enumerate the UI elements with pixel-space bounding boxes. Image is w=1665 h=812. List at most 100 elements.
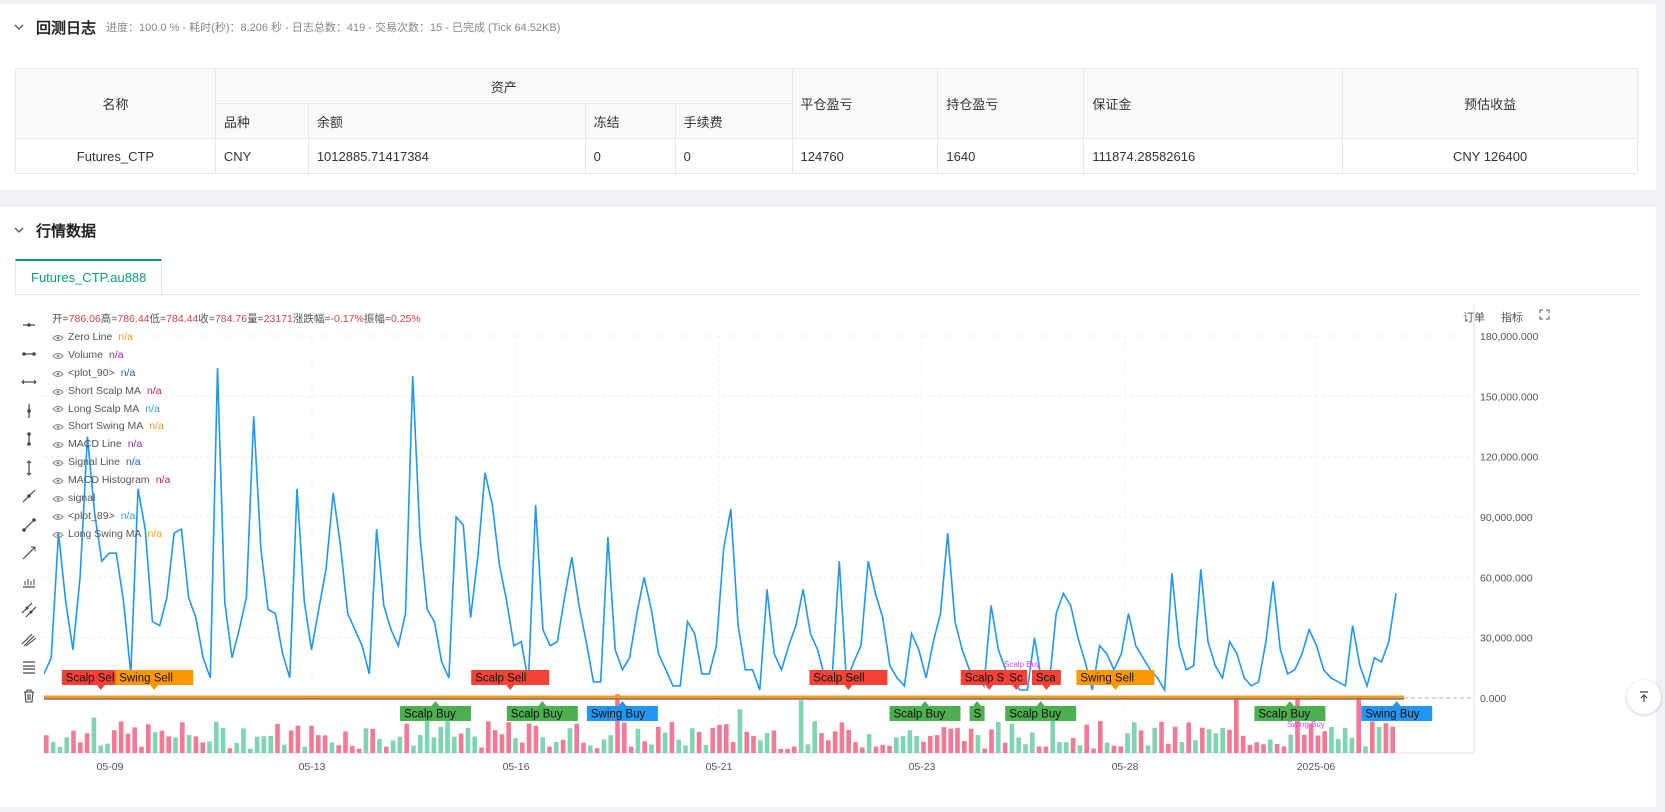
volume-bar bbox=[1057, 742, 1062, 753]
legend-item[interactable]: Short Swing MA n/a bbox=[52, 418, 421, 436]
horizontal-segment-tool-icon[interactable] bbox=[18, 340, 40, 369]
legend-item[interactable]: Volume n/a bbox=[52, 347, 421, 365]
parallel-channel-tool-icon[interactable] bbox=[18, 596, 40, 625]
eye-icon[interactable] bbox=[52, 459, 64, 467]
eye-icon[interactable] bbox=[52, 477, 64, 485]
volume-bar bbox=[479, 747, 484, 753]
legend-item[interactable]: Zero Line n/a bbox=[52, 329, 421, 347]
eye-icon[interactable] bbox=[52, 423, 64, 431]
low-value: 784.44 bbox=[166, 313, 199, 325]
chart-legend: 开= 786.06 高= 786.44 低= 784.44 收= 784.76 量= 23… bbox=[52, 311, 421, 544]
open-label: 开= bbox=[52, 313, 69, 325]
volume-bar bbox=[1390, 726, 1395, 753]
volume-bar bbox=[1315, 735, 1321, 753]
market-title: 行情数据 bbox=[36, 222, 97, 240]
chevron-down-icon[interactable] bbox=[14, 22, 24, 32]
legend-item[interactable]: Signal Line n/a bbox=[52, 454, 421, 472]
x-tick-label: 05-09 bbox=[97, 761, 124, 773]
signal-arrow bbox=[1042, 685, 1051, 690]
volume-bar bbox=[302, 746, 307, 753]
legend-item[interactable]: signal bbox=[52, 490, 421, 508]
volume-bar bbox=[683, 745, 688, 753]
eye-icon[interactable] bbox=[52, 370, 64, 378]
volume-bar bbox=[132, 727, 137, 753]
legend-item[interactable]: Long Swing MA n/a bbox=[52, 526, 421, 544]
scroll-to-top-button[interactable] bbox=[1627, 680, 1661, 714]
header-name: 名称 bbox=[15, 68, 216, 139]
tab-futures-ctp-au888[interactable]: Futures_CTP.au888 bbox=[15, 259, 163, 294]
horizontal-line-tool-icon[interactable] bbox=[18, 368, 40, 397]
eye-icon[interactable] bbox=[52, 388, 64, 396]
volume-bar bbox=[540, 737, 545, 753]
volume-bar bbox=[560, 739, 566, 753]
eye-icon[interactable] bbox=[52, 405, 64, 413]
signal-label: Swing Buy bbox=[591, 709, 646, 721]
volume-bar bbox=[309, 725, 314, 753]
legend-item[interactable]: Short Scalp MA n/a bbox=[52, 383, 421, 401]
volume-bar bbox=[295, 725, 301, 753]
volume-bar bbox=[472, 736, 477, 753]
legend-item-value: n/a bbox=[147, 527, 163, 540]
eye-icon[interactable] bbox=[52, 531, 64, 539]
eye-icon[interactable] bbox=[52, 352, 64, 360]
legend-item[interactable]: Long Scalp MA n/a bbox=[52, 401, 421, 419]
indicator-button[interactable]: 指标 bbox=[1495, 307, 1529, 327]
signal-arrow bbox=[96, 685, 105, 690]
eye-icon[interactable] bbox=[52, 513, 64, 521]
volume-bar bbox=[690, 728, 695, 753]
volume-label: 量= bbox=[247, 313, 264, 325]
segment-tool-icon[interactable] bbox=[18, 511, 40, 540]
volume-bar bbox=[173, 737, 178, 753]
volume-bar bbox=[805, 744, 811, 753]
volume-bar bbox=[316, 735, 321, 753]
header-est-profit: 预估收益 bbox=[1342, 68, 1638, 139]
x-tick-label: 05-13 bbox=[299, 761, 326, 773]
trend-line-tool-icon[interactable] bbox=[18, 482, 40, 511]
volume-bar bbox=[1030, 732, 1035, 753]
chevron-down-icon[interactable] bbox=[14, 225, 24, 235]
volume-bar bbox=[710, 727, 715, 753]
volume-bar bbox=[492, 730, 498, 753]
volume-bar bbox=[397, 736, 403, 753]
vertical-segment-tool-icon[interactable] bbox=[18, 425, 40, 454]
legend-item-name: Signal Line bbox=[68, 456, 120, 469]
horizontal-ray-tool-icon[interactable] bbox=[18, 311, 40, 340]
trash-icon[interactable] bbox=[18, 682, 40, 711]
volume-bar bbox=[996, 721, 1001, 753]
vertical-line-tool-icon[interactable] bbox=[18, 454, 40, 483]
volume-bar bbox=[50, 742, 56, 753]
legend-item[interactable]: <plot_90> n/a bbox=[52, 365, 421, 383]
volume-bar bbox=[724, 724, 729, 753]
pitchfork-tool-icon[interactable] bbox=[18, 625, 40, 654]
eye-icon[interactable] bbox=[52, 334, 64, 342]
cell-hold-pnl: 1640 bbox=[937, 138, 1085, 174]
eye-icon[interactable] bbox=[52, 441, 64, 449]
volume-bar bbox=[758, 740, 763, 753]
volume-bar bbox=[1322, 731, 1327, 753]
legend-item-name: Volume bbox=[68, 348, 104, 361]
signal-label: Scalp Buy bbox=[1009, 709, 1061, 721]
volume-bar bbox=[615, 694, 620, 753]
volume-bar bbox=[1002, 742, 1008, 753]
header-frozen: 冻结 bbox=[584, 103, 676, 139]
legend-item-value: n/a bbox=[120, 509, 136, 522]
fib-retracement-tool-icon[interactable] bbox=[18, 653, 40, 682]
volume-bar bbox=[880, 744, 885, 753]
fullscreen-icon[interactable] bbox=[1533, 307, 1556, 327]
backtest-header[interactable]: 回测日志 进度：100.0 % - 耗时(秒)：8.206 秒 - 日志总数：4… bbox=[14, 16, 560, 38]
x-tick-label: 05-16 bbox=[503, 761, 530, 773]
market-header[interactable]: 行情数据 bbox=[14, 219, 96, 241]
volume-bar bbox=[64, 737, 69, 753]
signal-label: Scalp Buy bbox=[1258, 709, 1310, 721]
ray-tool-icon[interactable] bbox=[18, 539, 40, 568]
legend-item[interactable]: MACD Line n/a bbox=[52, 436, 421, 454]
cell-frozen: 0 bbox=[584, 138, 676, 174]
volume-bar bbox=[159, 730, 165, 753]
legend-item[interactable]: <plot_89> n/a bbox=[52, 508, 421, 526]
order-button[interactable]: 订单 bbox=[1457, 307, 1491, 327]
vertical-ray-tool-icon[interactable] bbox=[18, 397, 40, 426]
volume-value: 23171 bbox=[263, 313, 293, 325]
legend-item[interactable]: MACD Histogram n/a bbox=[52, 472, 421, 490]
price-range-tool-icon[interactable] bbox=[18, 568, 40, 597]
eye-icon[interactable] bbox=[52, 495, 64, 503]
